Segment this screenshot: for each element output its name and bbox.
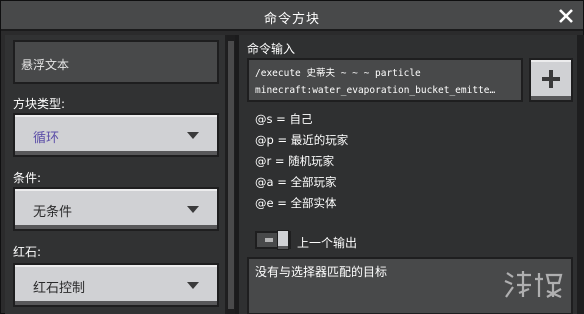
add-button[interactable] <box>529 58 573 102</box>
toggle-knob[interactable] <box>277 230 289 250</box>
selector-item: @r = 随机玩家 <box>255 154 335 168</box>
selector-item: @s = 自己 <box>255 112 313 126</box>
condition-dropdown[interactable]: 无条件 <box>13 187 219 231</box>
title-bar: 命令方块 <box>1 1 583 31</box>
window-title: 命令方块 <box>263 12 320 27</box>
redstone-dropdown[interactable]: 红石控制 <box>13 263 219 307</box>
watermark-logo <box>501 267 573 301</box>
plus-icon <box>549 70 553 88</box>
condition-label: 条件: <box>13 171 42 185</box>
redstone-label: 红石: <box>13 245 42 259</box>
block-type-dropdown[interactable]: 循环 <box>13 113 219 157</box>
selector-help-list: @s = 自己 @p = 最近的玩家 @r = 随机玩家 @a = 全部玩家 @… <box>255 109 348 214</box>
output-text: 没有与选择器匹配的目标 <box>255 265 388 279</box>
command-scrollbar[interactable] <box>577 35 584 314</box>
condition-value: 无条件 <box>33 205 73 220</box>
redstone-value: 红石控制 <box>33 281 86 296</box>
block-type-value: 循环 <box>33 131 60 146</box>
previous-output-toggle[interactable] <box>255 230 291 250</box>
chevron-down-icon <box>187 206 199 213</box>
settings-panel: 悬浮文本 方块类型: 循环 条件: 无条件 红石: 红石控制 <box>5 35 227 314</box>
close-button[interactable] <box>556 6 576 26</box>
toggle-indicator <box>265 238 273 242</box>
block-type-label: 方块类型: <box>13 97 66 111</box>
hover-note-field[interactable]: 悬浮文本 <box>13 40 219 84</box>
chevron-down-icon <box>187 282 199 289</box>
chevron-down-icon <box>187 132 199 139</box>
previous-output-label: 上一个输出 <box>297 236 358 250</box>
command-line: minecraft:water_evaporation_bucket_emitt… <box>255 85 496 96</box>
settings-scrollbar-thumb[interactable] <box>228 41 234 309</box>
selector-item: @p = 最近的玩家 <box>255 133 349 147</box>
selector-item: @a = 全部玩家 <box>255 175 337 189</box>
command-line: /execute 史蒂夫 ~ ~ ~ particle <box>255 68 421 79</box>
command-input[interactable]: /execute 史蒂夫 ~ ~ ~ particle minecraft:wa… <box>247 58 523 102</box>
selector-item: @e = 全部实体 <box>255 196 337 210</box>
close-icon <box>559 9 573 23</box>
command-input-label: 命令输入 <box>247 42 296 56</box>
settings-scrollbar[interactable] <box>227 35 235 314</box>
command-block-window: 命令方块 悬浮文本 方块类型: 循环 条件: 无条件 红石: 红石控制 命令输入… <box>0 0 584 314</box>
